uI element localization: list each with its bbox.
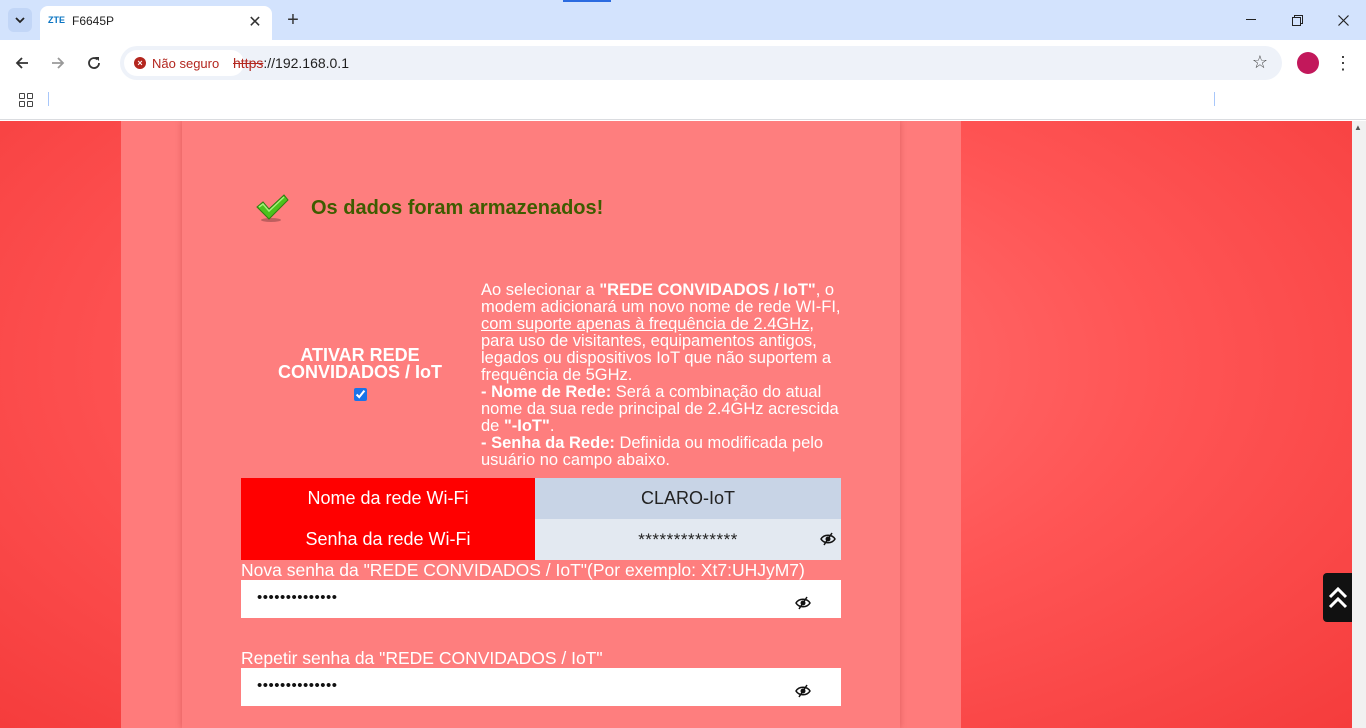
forward-button[interactable] [46, 51, 70, 75]
reload-button[interactable] [82, 51, 106, 75]
not-secure-icon: × [134, 57, 146, 69]
browser-menu-icon[interactable]: ⋮ [1334, 51, 1352, 75]
desc-bold: "-IoT" [503, 417, 550, 435]
tab-close-icon[interactable]: ✕ [246, 13, 264, 31]
password-row: Senha da rede Wi-Fi ************** [241, 519, 841, 560]
page-scrollbar[interactable]: ▲ [1352, 121, 1366, 728]
security-label: Não seguro [152, 55, 220, 71]
tab-strip: ZTE F6645P ✕ + [0, 0, 1366, 40]
minimize-button[interactable] [1228, 0, 1274, 40]
apps-grid-icon[interactable] [19, 93, 33, 107]
reload-icon [88, 57, 100, 69]
checkmark-icon [256, 194, 289, 222]
repeat-password-label: Repetir senha da "REDE CONVIDADOS / IoT" [241, 648, 603, 668]
desc-bold: - Nome de Rede: [481, 383, 612, 401]
url-scheme: https [233, 55, 264, 71]
minimize-icon [1246, 19, 1256, 20]
bookmarks-divider [48, 92, 49, 106]
desc-text: . [549, 417, 555, 435]
success-message: Os dados foram armazenados! [255, 193, 603, 223]
guest-network-description: Ao selecionar a "REDE CONVIDADOS / IoT",… [481, 282, 851, 469]
success-text: Os dados foram armazenados! [311, 196, 604, 219]
scroll-to-top-button[interactable] [1323, 573, 1352, 622]
eye-slash-icon[interactable] [820, 532, 836, 546]
tab-group-indicator [563, 0, 611, 2]
new-password-input[interactable]: •••••••••••••• [241, 580, 841, 618]
scroll-up-arrow-icon[interactable]: ▲ [1354, 123, 1362, 132]
repeat-password-value: •••••••••••••• [257, 677, 338, 694]
new-password-label: Nova senha da "REDE CONVIDADOS / IoT"(Po… [241, 560, 805, 580]
bookmark-star-icon[interactable]: ☆ [1252, 52, 1268, 73]
desc-underline: com suporte apenas à frequência de 2.4GH… [481, 315, 810, 333]
browser-toolbar: × Não seguro https://192.168.0.1 ☆ ⋮ [0, 40, 1366, 86]
tab-title: F6645P [72, 14, 115, 28]
new-password-value: •••••••••••••• [257, 589, 338, 606]
ssid-label: Nome da rede Wi-Fi [241, 478, 535, 519]
arrow-left-icon [15, 57, 28, 69]
url-text[interactable]: https://192.168.0.1 [233, 55, 349, 71]
desc-text: Ao selecionar a [481, 281, 600, 299]
arrow-right-icon [52, 57, 65, 69]
password-value: ************** [638, 529, 738, 549]
chevron-down-icon [15, 16, 25, 23]
profile-avatar[interactable] [1297, 52, 1319, 74]
desc-bold: - Senha da Rede: [481, 434, 615, 452]
eye-slash-icon[interactable] [795, 596, 811, 610]
ssid-value: CLARO-IoT [535, 478, 841, 519]
activate-label-line2: CONVIDADOS / IoT [277, 362, 442, 382]
bookmarks-divider [1214, 92, 1215, 106]
new-tab-button[interactable]: + [282, 9, 304, 31]
tab-search-button[interactable] [8, 8, 32, 32]
restore-icon [1291, 14, 1303, 26]
restore-button[interactable] [1274, 0, 1320, 40]
eye-slash-icon[interactable] [795, 684, 811, 698]
desc-bold: "REDE CONVIDADOS / IoT" [599, 281, 816, 299]
ssid-row: Nome da rede Wi-Fi CLARO-IoT [241, 478, 841, 519]
activate-guest-checkbox[interactable] [354, 388, 367, 401]
url-host: ://192.168.0.1 [263, 55, 349, 71]
zte-favicon-icon: ZTE [48, 15, 65, 25]
close-window-button[interactable] [1320, 0, 1366, 40]
back-button[interactable] [10, 51, 34, 75]
bookmarks-bar [0, 86, 1366, 120]
browser-tab[interactable]: ZTE F6645P ✕ [40, 6, 272, 40]
activate-guest-label: ATIVAR REDE CONVIDADOS / IoT [260, 346, 460, 382]
address-bar[interactable]: × Não seguro https://192.168.0.1 ☆ [120, 46, 1282, 80]
security-chip[interactable]: × Não seguro [124, 50, 244, 76]
close-icon [1337, 14, 1349, 26]
repeat-password-input[interactable]: •••••••••••••• [241, 668, 841, 706]
double-chevron-up-icon [1328, 586, 1347, 608]
password-value-cell: ************** [535, 519, 841, 560]
password-label: Senha da rede Wi-Fi [241, 519, 535, 560]
